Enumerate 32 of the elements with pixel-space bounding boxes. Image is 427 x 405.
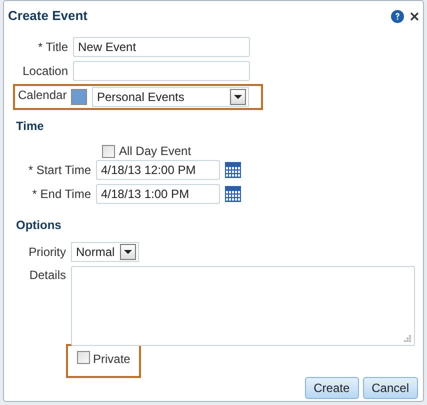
date-time-field[interactable]: 4/18/13 1:00 PM <box>96 184 220 204</box>
field-label: * End Time <box>31 186 92 203</box>
checkbox-label: All Day Event <box>119 143 192 160</box>
caret-icon <box>234 95 242 99</box>
dropdown-button[interactable] <box>230 89 246 105</box>
checkbox-label: Private <box>93 351 130 368</box>
dialog-button[interactable]: Create <box>304 377 359 399</box>
priority-dropdown[interactable]: Normal <box>71 242 139 262</box>
calendar-icon[interactable] <box>225 162 241 178</box>
field-label: Location <box>22 63 69 80</box>
title-field[interactable]: New Event <box>73 37 250 57</box>
field-label: * Start Time <box>27 162 92 179</box>
section-heading: Time <box>16 118 45 135</box>
resize-grip-icon <box>404 335 411 342</box>
caret-icon <box>124 250 132 254</box>
checkbox[interactable] <box>102 144 115 158</box>
calendar-color-swatch[interactable] <box>71 89 87 105</box>
location-field[interactable] <box>73 61 250 81</box>
checkbox[interactable] <box>77 351 90 364</box>
calendar-dropdown[interactable]: Personal Events <box>92 87 249 107</box>
close-icon[interactable] <box>410 12 419 20</box>
field-label: Priority <box>28 244 67 261</box>
help-icon[interactable] <box>391 10 404 22</box>
field-label: * Title <box>36 39 69 56</box>
dialog-button[interactable]: Cancel <box>362 377 418 399</box>
calendar-icon[interactable] <box>225 186 241 202</box>
section-heading: Options <box>16 217 62 234</box>
field-label: Calendar <box>17 87 68 104</box>
dialog-title: Create Event <box>8 7 88 26</box>
field-label: Details <box>28 267 67 284</box>
date-time-field[interactable]: 4/18/13 12:00 PM <box>96 160 220 180</box>
dropdown-button[interactable] <box>120 244 136 260</box>
